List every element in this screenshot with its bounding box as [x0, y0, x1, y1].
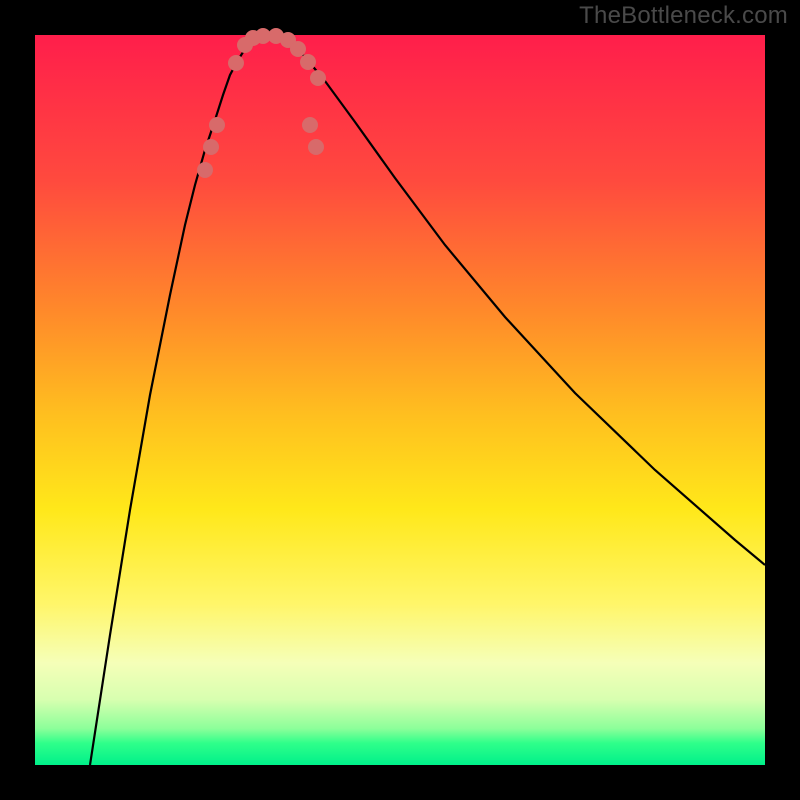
chart-svg — [35, 35, 765, 765]
marker-dot — [209, 117, 225, 133]
marker-dot — [197, 162, 213, 178]
marker-dot — [308, 139, 324, 155]
right-branch-line — [280, 36, 765, 565]
marker-dot — [203, 139, 219, 155]
watermark-text: TheBottleneck.com — [579, 2, 788, 30]
outer-frame: TheBottleneck.com — [0, 0, 800, 800]
marker-dot — [228, 55, 244, 71]
marker-dot — [290, 41, 306, 57]
marker-dots — [197, 28, 326, 178]
left-branch-line — [90, 36, 260, 765]
marker-dot — [302, 117, 318, 133]
marker-dot — [310, 70, 326, 86]
marker-dot — [300, 54, 316, 70]
